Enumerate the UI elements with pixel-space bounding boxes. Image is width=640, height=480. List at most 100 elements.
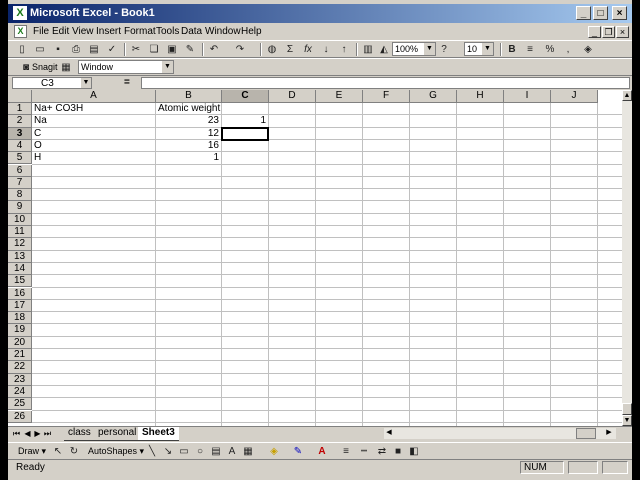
spelling-icon[interactable]: ✓ bbox=[104, 42, 120, 57]
fill-color-icon[interactable]: ◈ bbox=[266, 444, 282, 459]
cut-icon[interactable]: ✂ bbox=[128, 42, 144, 57]
scroll-left-icon[interactable]: ◀ bbox=[384, 428, 394, 439]
dash-style-icon[interactable]: ┅ bbox=[356, 444, 372, 459]
line-style-icon[interactable]: ≡ bbox=[338, 444, 354, 459]
menu-insert[interactable]: Insert bbox=[96, 26, 121, 37]
first-sheet-icon[interactable]: ⏮ bbox=[12, 429, 21, 439]
percent-style-icon[interactable]: % bbox=[542, 42, 558, 57]
sort-ascending-icon[interactable]: ↓ bbox=[318, 42, 334, 57]
row-header-10[interactable]: 10 bbox=[8, 213, 32, 226]
column-header-g[interactable]: G bbox=[410, 90, 457, 103]
column-header-e[interactable]: E bbox=[316, 90, 363, 103]
chart-wizard-icon[interactable]: ▥ bbox=[360, 42, 376, 57]
sheet-tab-personal[interactable]: personal bbox=[94, 427, 141, 441]
oval-icon[interactable]: ○ bbox=[192, 444, 208, 459]
row-header-12[interactable]: 12 bbox=[8, 238, 32, 251]
horizontal-scrollbar[interactable]: ◀ ▶ bbox=[384, 428, 616, 439]
autosum-icon[interactable]: Σ bbox=[282, 42, 298, 57]
row-header-18[interactable]: 18 bbox=[8, 312, 32, 325]
horizontal-scroll-thumb[interactable] bbox=[576, 428, 596, 439]
clipart-icon[interactable]: ▦ bbox=[240, 444, 256, 459]
chevron-down-icon[interactable]: ▼ bbox=[482, 43, 493, 55]
hyperlink-icon[interactable]: ◍ bbox=[264, 42, 280, 57]
cell-b3[interactable]: 12 bbox=[156, 128, 219, 140]
doc-minimize-button[interactable]: _ bbox=[588, 26, 601, 38]
paste-icon[interactable]: ▣ bbox=[164, 42, 180, 57]
maximize-button[interactable]: □ bbox=[593, 6, 608, 20]
minimize-button[interactable]: _ bbox=[576, 6, 591, 20]
snagit-label[interactable]: Snagit bbox=[32, 62, 58, 72]
row-header-21[interactable]: 21 bbox=[8, 349, 32, 362]
undo-icon[interactable]: ↶ bbox=[206, 42, 222, 57]
workbook-icon[interactable]: X bbox=[14, 25, 27, 38]
shadow-icon[interactable]: ■ bbox=[390, 444, 406, 459]
row-header-4[interactable]: 4 bbox=[8, 139, 32, 153]
title-bar[interactable]: X Microsoft Excel - Book1 _ □ × bbox=[8, 4, 632, 23]
row-header-11[interactable]: 11 bbox=[8, 226, 32, 239]
column-header-f[interactable]: F bbox=[363, 90, 410, 103]
bold-icon[interactable]: B bbox=[504, 42, 520, 57]
row-header-3[interactable]: 3 bbox=[8, 127, 32, 140]
active-cell-selection[interactable] bbox=[221, 126, 269, 141]
row-header-26[interactable]: 26 bbox=[8, 410, 32, 423]
menu-tools[interactable]: Tools bbox=[156, 26, 179, 37]
row-header-16[interactable]: 16 bbox=[8, 287, 32, 300]
row-header-25[interactable]: 25 bbox=[8, 398, 32, 411]
cell-b4[interactable]: 16 bbox=[156, 140, 219, 152]
doc-restore-button[interactable]: ❐ bbox=[602, 26, 615, 38]
redo-icon[interactable]: ↷ bbox=[232, 42, 248, 57]
wordart-icon[interactable]: A bbox=[224, 444, 240, 459]
cell-a3[interactable]: C bbox=[34, 128, 41, 140]
textbox-icon[interactable]: ▤ bbox=[208, 444, 224, 459]
scroll-down-icon[interactable]: ▼ bbox=[622, 415, 632, 426]
cell-a5[interactable]: H bbox=[34, 152, 41, 164]
row-header-22[interactable]: 22 bbox=[8, 361, 32, 374]
cell-b1[interactable]: Atomic weight bbox=[158, 103, 220, 115]
row-header-23[interactable]: 23 bbox=[8, 373, 32, 386]
select-all-corner[interactable] bbox=[8, 90, 32, 103]
row-header-13[interactable]: 13 bbox=[8, 250, 32, 263]
vertical-scroll-thumb[interactable] bbox=[622, 403, 632, 415]
cell-b5[interactable]: 1 bbox=[156, 152, 219, 164]
last-sheet-icon[interactable]: ⏭ bbox=[43, 429, 52, 439]
free-rotate-icon[interactable]: ↻ bbox=[66, 444, 82, 459]
select-objects-icon[interactable]: ↖ bbox=[50, 444, 66, 459]
chevron-down-icon[interactable]: ▼ bbox=[162, 61, 173, 73]
row-header-9[interactable]: 9 bbox=[8, 201, 32, 214]
row-header-14[interactable]: 14 bbox=[8, 262, 32, 276]
fill-color-icon[interactable]: ◈ bbox=[580, 42, 596, 57]
chevron-down-icon[interactable]: ▼ bbox=[81, 78, 91, 88]
column-header-h[interactable]: H bbox=[457, 90, 504, 103]
row-header-7[interactable]: 7 bbox=[8, 176, 32, 190]
cell-c2[interactable]: 1 bbox=[222, 115, 266, 127]
row-header-20[interactable]: 20 bbox=[8, 336, 32, 349]
line-color-icon[interactable]: ✎ bbox=[290, 444, 306, 459]
scroll-up-icon[interactable]: ▲ bbox=[622, 90, 632, 101]
row-header-1[interactable]: 1 bbox=[8, 103, 32, 116]
rectangle-icon[interactable]: ▭ bbox=[176, 444, 192, 459]
save-icon[interactable]: ▪ bbox=[50, 42, 66, 57]
row-header-19[interactable]: 19 bbox=[8, 324, 32, 337]
function-icon[interactable]: fx bbox=[300, 42, 316, 57]
excel-app-icon[interactable]: X bbox=[13, 6, 27, 20]
sheet-tab-class[interactable]: class bbox=[64, 427, 95, 441]
scroll-right-icon[interactable]: ▶ bbox=[604, 428, 614, 439]
sort-descending-icon[interactable]: ↑ bbox=[336, 42, 352, 57]
menu-data[interactable]: Data bbox=[181, 26, 202, 37]
drawing-icon[interactable]: ◭ bbox=[376, 42, 392, 57]
row-header-17[interactable]: 17 bbox=[8, 299, 32, 313]
formula-input[interactable] bbox=[141, 77, 630, 89]
menu-file[interactable]: File bbox=[33, 26, 49, 37]
chevron-down-icon[interactable]: ▼ bbox=[424, 43, 435, 55]
worksheet-grid[interactable]: ▲ ▼ A B C D E F G H I J 1 2 3 4 5 6 7 8 9 10 11 12 13 14 15 16 17 1… bbox=[8, 90, 632, 426]
zoom-select[interactable]: 100% ▼ bbox=[392, 42, 436, 56]
column-header-j[interactable]: J bbox=[551, 90, 598, 103]
comma-style-icon[interactable]: , bbox=[560, 42, 576, 57]
doc-close-button[interactable]: × bbox=[616, 26, 629, 38]
center-align-icon[interactable]: ≡ bbox=[522, 42, 538, 57]
menu-window[interactable]: Window bbox=[205, 26, 241, 37]
print-preview-icon[interactable]: ▤ bbox=[86, 42, 102, 57]
draw-menu[interactable]: Draw ▾ bbox=[18, 446, 46, 457]
column-header-b[interactable]: B bbox=[156, 90, 222, 103]
autoshapes-menu[interactable]: AutoShapes ▾ bbox=[88, 446, 144, 457]
